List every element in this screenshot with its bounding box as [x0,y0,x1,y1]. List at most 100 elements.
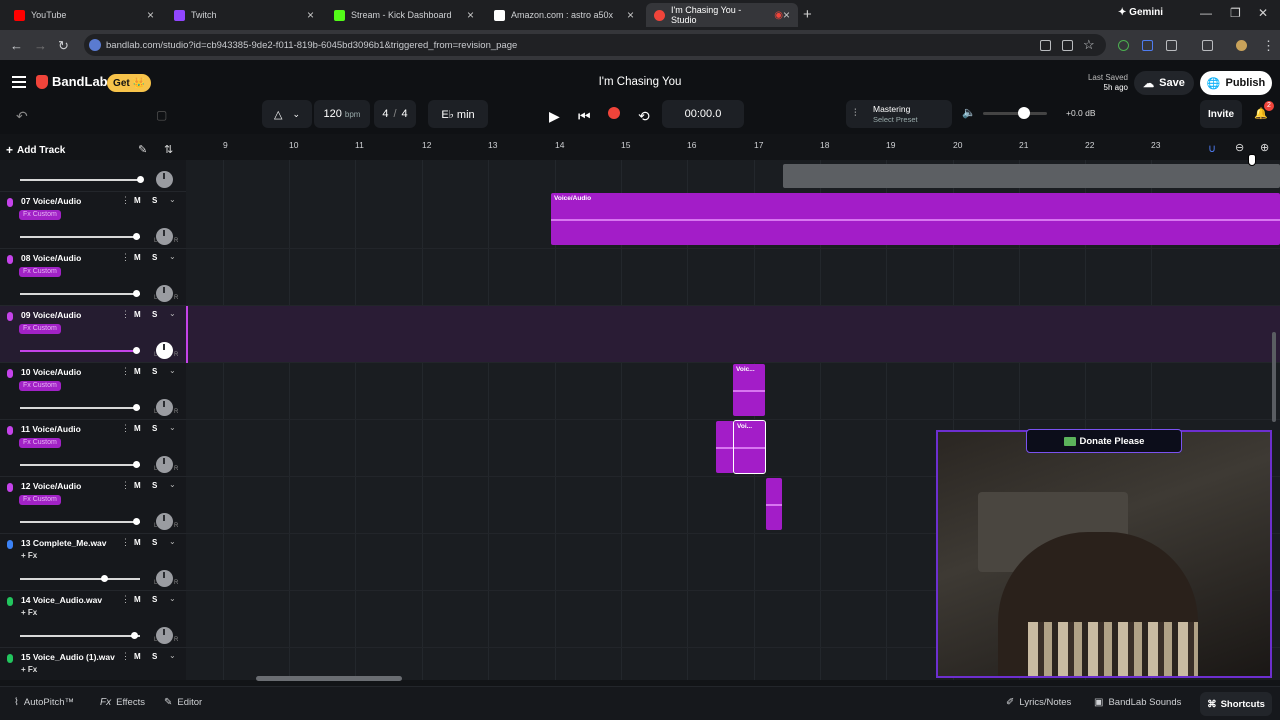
forward-icon[interactable]: → [34,38,47,53]
track-name[interactable]: 10 Voice/Audio [21,367,81,377]
track-lane[interactable] [186,249,1280,306]
track-volume-slider[interactable] [20,350,140,352]
track-name[interactable]: 08 Voice/Audio [21,253,81,263]
chevron-down-icon[interactable]: ⌄ [169,252,176,261]
track-volume-thumb[interactable] [133,518,140,525]
solo-button[interactable]: S [152,595,157,604]
tab-kick[interactable]: Stream - Kick Dashboard × [326,3,482,27]
master-volume-slider[interactable] [983,112,1047,115]
autopitch-button[interactable]: ⌇ AutoPitch™ [14,697,74,708]
chevron-down-icon[interactable]: ⌄ [169,309,176,318]
track-volume-slider[interactable] [20,236,140,238]
metronome-button[interactable]: △ ⌄ [262,100,312,128]
fx-button[interactable]: Fx Custom [19,381,61,391]
mute-button[interactable]: M [134,652,141,661]
solo-button[interactable]: S [152,652,157,661]
chevron-down-icon[interactable]: ⌄ [169,195,176,204]
editor-button[interactable]: ✎ Editor [164,697,202,708]
fx-button[interactable]: Fx Custom [19,324,61,334]
reload-icon[interactable]: ↻ [58,38,69,54]
track-header[interactable]: 09 Voice/Audio ⋮ M S ⌄ Fx Custom L R [0,306,186,363]
track-name[interactable]: 15 Voice_Audio (1).wav [21,652,115,662]
audio-clip[interactable]: Voice/Audio [551,193,1280,245]
solo-button[interactable]: S [152,367,157,376]
track-volume-slider[interactable] [20,464,140,466]
bookmark-star-icon[interactable]: ☆ [1083,37,1095,53]
add-track-button[interactable]: + Add Track [6,141,65,159]
track-menu-icon[interactable]: ⋮ [121,480,130,491]
gemini-button[interactable]: ✦ Gemini [1118,7,1163,18]
track-name[interactable]: 07 Voice/Audio [21,196,81,206]
solo-button[interactable]: S [152,196,157,205]
track-lane[interactable] [186,306,1280,363]
track-volume-slider[interactable] [20,635,140,637]
track-header[interactable] [0,160,186,192]
pan-knob[interactable] [156,627,173,644]
close-window-icon[interactable]: ✕ [1258,6,1268,20]
mute-button[interactable]: M [134,538,141,547]
minimize-icon[interactable]: — [1200,6,1212,20]
track-menu-icon[interactable]: ⋮ [121,252,130,263]
fx-button[interactable]: Fx Custom [19,210,61,220]
close-icon[interactable]: × [627,8,634,22]
snap-magnet-icon[interactable]: ∪ [1208,142,1216,155]
shortcuts-button[interactable]: ⌘ Shortcuts [1200,692,1272,716]
pan-knob[interactable] [156,285,173,302]
fx-button[interactable]: + Fx [21,608,37,617]
tempo-field[interactable]: 120 bpm [314,100,370,128]
audio-clip[interactable] [716,421,734,473]
fx-button[interactable]: Fx Custom [19,267,61,277]
speaker-icon[interactable]: 🔈 [962,106,976,119]
solo-button[interactable]: S [152,253,157,262]
track-header[interactable]: 11 Voice/Audio ⋮ M S ⌄ Fx Custom L R [0,420,186,477]
track-header[interactable]: 14 Voice_Audio.wav ⋮ M S ⌄ + Fx L R [0,591,186,648]
tab-studio[interactable]: I'm Chasing You - Studio ◉ × [646,3,798,27]
fx-button[interactable]: Fx Custom [19,495,61,505]
pan-knob[interactable] [156,171,173,188]
track-volume-slider[interactable] [20,578,140,580]
audio-clip[interactable]: Voi... [733,420,766,474]
track-volume-slider[interactable] [20,293,140,295]
pan-knob[interactable] [156,228,173,245]
track-menu-icon[interactable]: ⋮ [121,309,130,320]
close-icon[interactable]: × [783,8,790,22]
restore-icon[interactable]: ❐ [1230,6,1241,20]
zoom-in-icon[interactable]: ⊕ [1260,141,1269,154]
track-volume-thumb[interactable] [101,575,108,582]
zoom-out-icon[interactable]: ⊖ [1235,141,1244,154]
url-field[interactable]: bandlab.com/studio?id=cb943385-9de2-f011… [84,34,1106,56]
audio-clip[interactable] [766,478,782,530]
back-icon[interactable]: ← [10,38,23,53]
time-signature-field[interactable]: 4 / 4 [374,100,416,128]
track-volume-slider[interactable] [20,521,140,523]
bandlab-logo[interactable]: BandLab [36,74,108,89]
extensions-puzzle-icon[interactable] [1166,40,1177,51]
track-name[interactable]: 12 Voice/Audio [21,481,81,491]
project-title[interactable]: I'm Chasing You [540,76,740,88]
chevron-down-icon[interactable]: ⌄ [169,423,176,432]
tab-twitch[interactable]: Twitch × [166,3,322,27]
mute-button[interactable]: M [134,253,141,262]
track-volume-thumb[interactable] [133,347,140,354]
track-name[interactable]: 09 Voice/Audio [21,310,81,320]
track-menu-icon[interactable]: ⋮ [121,651,130,662]
chevron-down-icon[interactable]: ⌄ [169,366,176,375]
bandlab-sounds-button[interactable]: ▣ BandLab Sounds [1094,697,1181,708]
track-menu-icon[interactable]: ⋮ [121,195,130,206]
playhead[interactable] [186,306,188,363]
extension-icon[interactable] [1142,40,1153,51]
profile-avatar[interactable] [1236,40,1247,51]
mute-button[interactable]: M [134,424,141,433]
track-volume-slider[interactable] [20,179,140,181]
mastering-button[interactable]: ⫶ Mastering Select Preset [846,100,952,128]
mute-button[interactable]: M [134,367,141,376]
undo-icon[interactable]: ↶ [16,108,28,125]
track-name[interactable]: 11 Voice/Audio [21,424,81,434]
record-button[interactable] [608,107,620,119]
fx-button[interactable]: Fx Custom [19,438,61,448]
pan-knob[interactable] [156,399,173,416]
chevron-down-icon[interactable]: ⌄ [169,537,176,546]
track-name[interactable]: 14 Voice_Audio.wav [21,595,102,605]
side-panel-icon[interactable] [1202,40,1213,51]
track-volume-thumb[interactable] [137,176,144,183]
